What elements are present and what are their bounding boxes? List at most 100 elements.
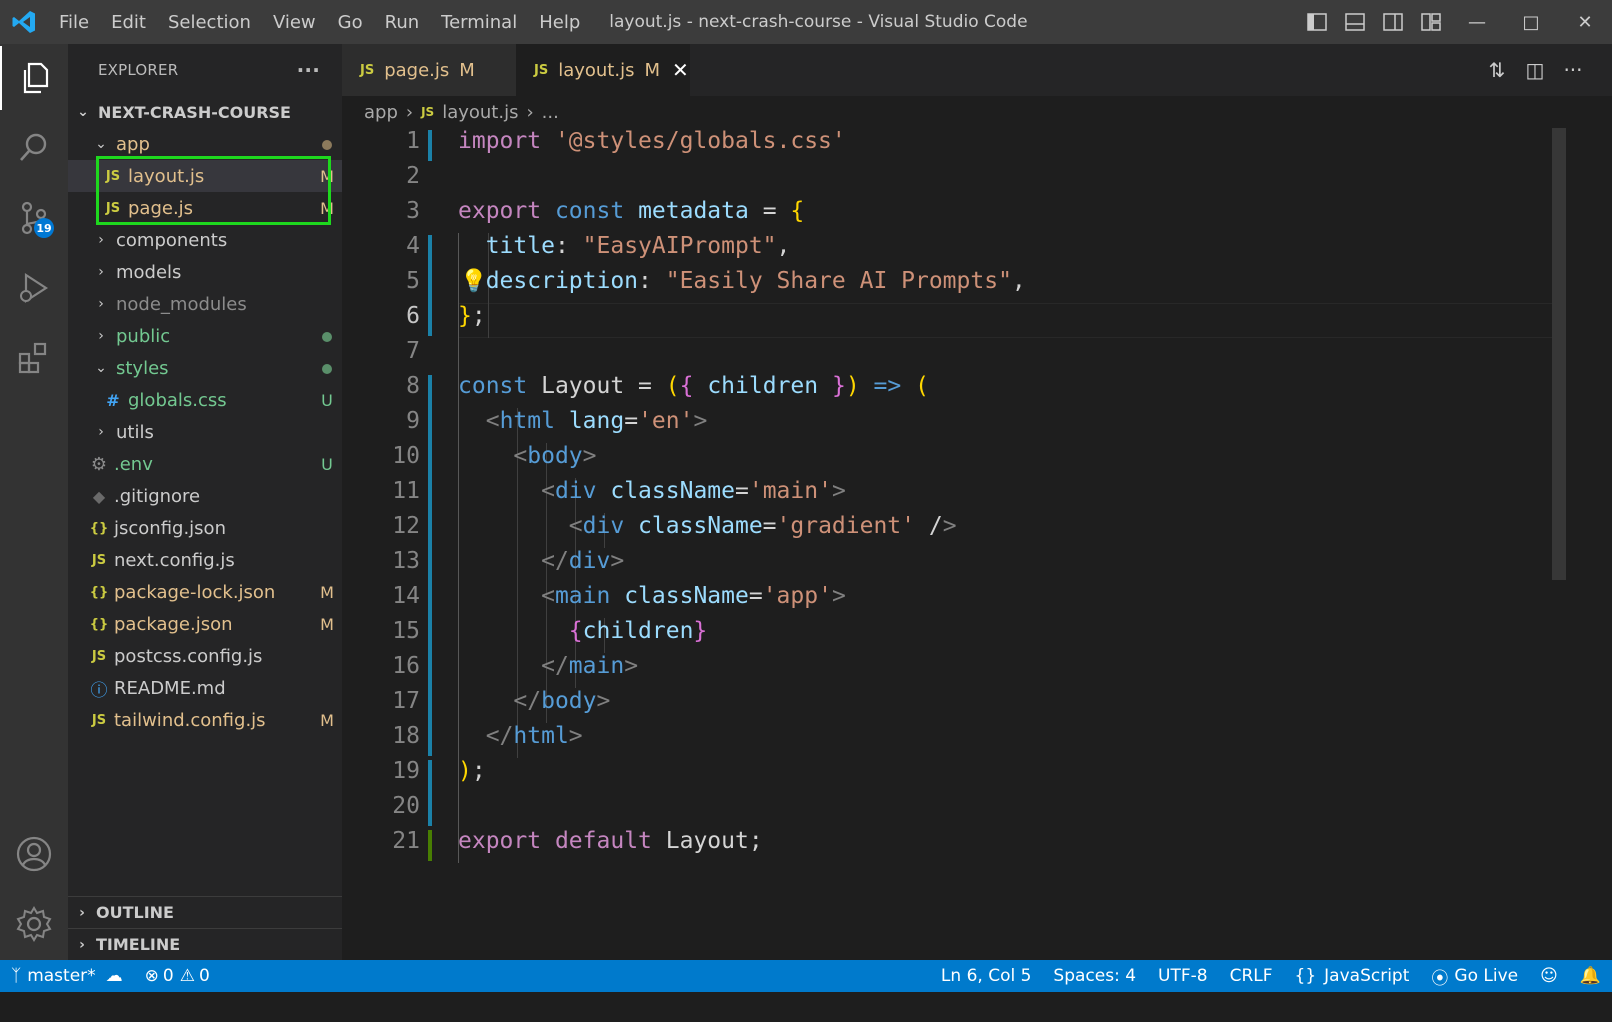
line-number: 3	[406, 198, 420, 224]
js-file-icon: JS	[105, 168, 121, 184]
breadcrumb-more[interactable]: ...	[542, 102, 559, 123]
status-bar: ᛉ master* ☁ ⊗ 0 ⚠ 0 Ln 6, Col 5 Spaces: …	[0, 960, 1612, 992]
language-mode[interactable]: {} JavaScript	[1284, 966, 1421, 986]
outline-section[interactable]: › OUTLINE	[68, 896, 342, 928]
account-icon[interactable]	[0, 822, 68, 886]
js-file-icon: JS	[105, 200, 121, 216]
menu-selection[interactable]: Selection	[157, 12, 262, 33]
tree-item-package-json[interactable]: {} package.json M	[68, 608, 342, 640]
tree-item-env[interactable]: ⚙ .env U	[68, 448, 342, 480]
line-number: 18	[392, 723, 420, 749]
search-icon[interactable]	[0, 116, 68, 180]
tree-item-next-config-js[interactable]: JS next.config.js	[68, 544, 342, 576]
go-live-item[interactable]: ⦿ Go Live	[1420, 964, 1529, 989]
run-debug-icon[interactable]	[0, 256, 68, 320]
line-number: 16	[392, 653, 420, 679]
breadcrumb-folder[interactable]: app	[364, 102, 398, 123]
braces-icon: {}	[1294, 966, 1317, 986]
gear-file-icon: ⚙	[90, 453, 108, 475]
tree-item-readme-md[interactable]: ⓘ README.md	[68, 672, 342, 704]
explorer-icon[interactable]	[0, 46, 68, 110]
tree-item-node-modules[interactable]: › node_modules	[68, 288, 342, 320]
explorer-more-actions-icon[interactable]: ···	[297, 58, 320, 82]
menu-view[interactable]: View	[262, 12, 327, 33]
source-control-icon[interactable]: 19	[0, 186, 68, 250]
tree-item-jsconfig-json[interactable]: {} jsconfig.json	[68, 512, 342, 544]
tree-item-utils[interactable]: › utils	[68, 416, 342, 448]
tree-item-postcss-config-js[interactable]: JS postcss.config.js	[68, 640, 342, 672]
code-line: );	[458, 758, 486, 784]
git-branch-item[interactable]: ᛉ master* ☁	[0, 966, 134, 986]
js-file-icon: JS	[421, 105, 435, 119]
line-number: 7	[406, 338, 420, 364]
language-label: JavaScript	[1324, 966, 1410, 986]
code-line: </body>	[513, 688, 611, 714]
tab-layout-js[interactable]: JS layout.js M ✕	[516, 44, 690, 96]
code-line: </div>	[541, 548, 625, 574]
customize-layout-icon[interactable]	[1412, 0, 1450, 44]
chevron-right-icon: ›	[98, 232, 104, 248]
menu-file[interactable]: File	[48, 12, 100, 33]
tree-item-gitignore[interactable]: ◆ .gitignore	[68, 480, 342, 512]
cursor-position[interactable]: Ln 6, Col 5	[930, 966, 1043, 986]
extensions-icon[interactable]	[0, 326, 68, 390]
timeline-section[interactable]: › TIMELINE	[68, 928, 342, 960]
code-line: export default Layout;	[458, 828, 763, 854]
toggle-secondary-sidebar-icon[interactable]	[1374, 0, 1412, 44]
toggle-primary-sidebar-icon[interactable]	[1298, 0, 1336, 44]
menu-go[interactable]: Go	[327, 12, 374, 33]
split-editor-icon[interactable]: ◫	[1516, 58, 1554, 82]
tree-item-models[interactable]: › models	[68, 256, 342, 288]
settings-gear-icon[interactable]	[0, 892, 68, 956]
code-line: title: "EasyAIPrompt",	[485, 233, 791, 259]
editor-actions: ⇅ ◫ ···	[1478, 44, 1592, 96]
tree-item-public[interactable]: › public	[68, 320, 342, 352]
tree-item-globals-css[interactable]: # globals.css U	[68, 384, 342, 416]
js-file-icon: JS	[360, 62, 375, 78]
tree-item-app[interactable]: ⌄ app	[68, 128, 342, 160]
close-tab-icon[interactable]: ✕	[672, 58, 689, 82]
tree-item-components[interactable]: › components	[68, 224, 342, 256]
code-line: <body>	[513, 443, 597, 469]
line-number: 13	[392, 548, 420, 574]
menu-edit[interactable]: Edit	[100, 12, 157, 33]
js-file-icon: JS	[91, 648, 107, 664]
maximize-button[interactable]: □	[1504, 0, 1558, 44]
menu-help[interactable]: Help	[528, 12, 591, 33]
open-changes-icon[interactable]: ⇅	[1478, 58, 1516, 82]
tab-modified-badge: M	[644, 59, 660, 81]
code-editor[interactable]: 💡 1 import '@styles/globals.css' 2 3 export …	[342, 128, 1612, 960]
tree-item-label: public	[116, 325, 171, 347]
tree-item-tailwind-config-js[interactable]: JS tailwind.config.js M	[68, 704, 342, 736]
code-line: const Layout = ({ children }) => (	[458, 373, 929, 399]
untracked-dot-icon	[312, 327, 342, 346]
encoding[interactable]: UTF-8	[1147, 966, 1219, 986]
breadcrumb-file[interactable]: layout.js	[442, 102, 518, 123]
tree-item-package-lock-json[interactable]: {} package-lock.json M	[68, 576, 342, 608]
tab-page-js[interactable]: JS page.js M	[342, 44, 516, 96]
feedback-icon[interactable]: ☺	[1529, 966, 1569, 986]
line-number: 12	[392, 513, 420, 539]
error-icon: ⊗	[144, 966, 159, 986]
close-window-button[interactable]: ✕	[1558, 0, 1612, 44]
end-of-line[interactable]: CRLF	[1219, 966, 1284, 986]
tree-item-layout-js[interactable]: JS layout.js M	[68, 160, 342, 192]
menu-run[interactable]: Run	[374, 12, 431, 33]
code-line: </main>	[541, 653, 639, 679]
indentation[interactable]: Spaces: 4	[1042, 966, 1147, 986]
tree-item-page-js[interactable]: JS page.js M	[68, 192, 342, 224]
tree-item-styles[interactable]: ⌄ styles	[68, 352, 342, 384]
more-actions-icon[interactable]: ···	[1554, 58, 1592, 82]
toggle-panel-icon[interactable]	[1336, 0, 1374, 44]
minimize-button[interactable]: —	[1450, 0, 1504, 44]
window-bottom-edge	[0, 992, 1612, 1022]
menu-terminal[interactable]: Terminal	[430, 12, 528, 33]
notifications-bell-icon[interactable]: 🔔	[1569, 966, 1612, 986]
error-count: 0	[162, 966, 174, 986]
code-line: import '@styles/globals.css'	[458, 128, 846, 154]
line-number: 10	[392, 443, 420, 469]
editor-scrollbar[interactable]	[1552, 128, 1566, 580]
workspace-root[interactable]: ⌄ NEXT-CRASH-COURSE	[68, 96, 342, 128]
problems-item[interactable]: ⊗ 0 ⚠ 0	[134, 966, 221, 986]
js-file-icon: JS	[91, 712, 107, 728]
